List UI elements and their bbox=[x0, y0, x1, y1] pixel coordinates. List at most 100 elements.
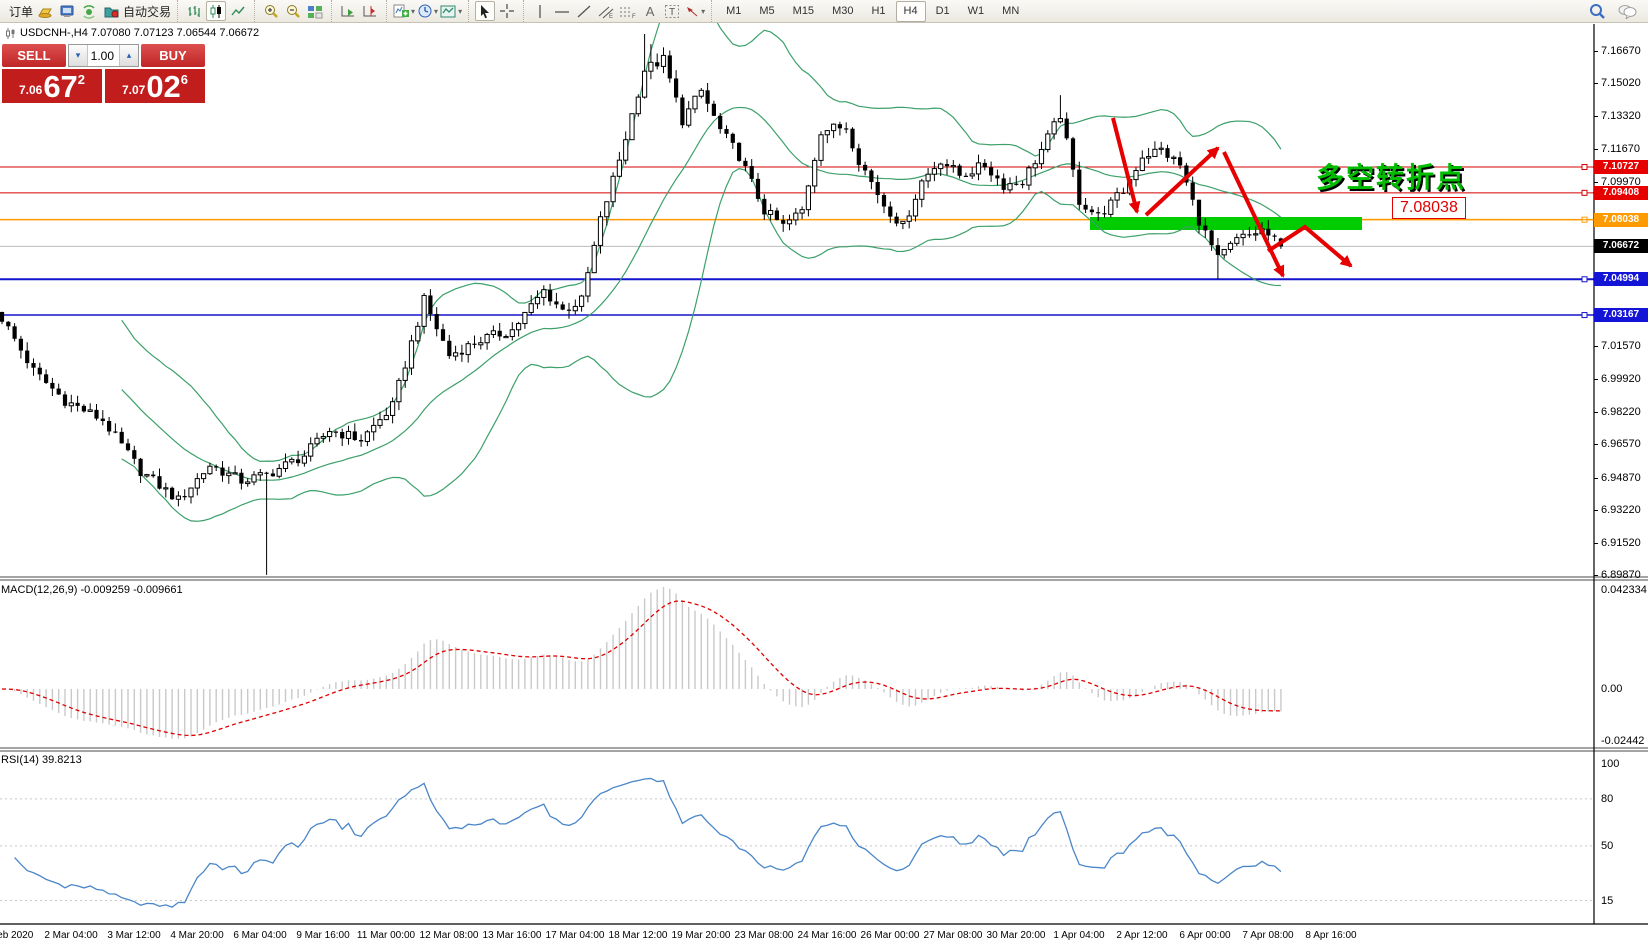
price-tick-dash bbox=[1594, 510, 1598, 511]
volume-input[interactable]: 1.00 bbox=[88, 45, 119, 66]
timeframe-button-m30[interactable]: M30 bbox=[824, 1, 861, 22]
time-axis-label: 27 Mar 08:00 bbox=[924, 930, 983, 941]
macd-axis-tick: 0.00 bbox=[1601, 683, 1622, 695]
time-axis-label: 17 Mar 04:00 bbox=[546, 930, 605, 941]
time-axis-label: 3 Mar 12:00 bbox=[107, 930, 160, 941]
equidistant-channel-tool[interactable]: E bbox=[596, 1, 616, 21]
chat-icon[interactable] bbox=[1617, 1, 1637, 21]
rsi-axis-tick: 100 bbox=[1601, 758, 1619, 770]
macd-axis-tick: 0.042334 bbox=[1601, 584, 1647, 596]
timeframe-group: M1M5M15M30H1H4D1W1MN bbox=[711, 0, 1033, 22]
time-axis-label: 4 Mar 20:00 bbox=[170, 930, 223, 941]
price-axis-tick: 7.15020 bbox=[1601, 77, 1641, 89]
time-axis-label: 13 Mar 16:00 bbox=[483, 930, 542, 941]
price-tick-dash bbox=[1594, 379, 1598, 380]
sell-price-big: 67 bbox=[43, 72, 77, 101]
toolbar: 订单 自动交易 ▾ ▾ ▾ E F A T ▾ M1M5M15M30H1H4 bbox=[0, 0, 1648, 23]
symbol-ohlc-text: USDCNH-,H4 7.07080 7.07123 7.06544 7.066… bbox=[20, 27, 259, 39]
time-axis-label: 24 Mar 16:00 bbox=[798, 930, 857, 941]
price-axis-tick: 6.91520 bbox=[1601, 537, 1641, 549]
text-tool[interactable]: A bbox=[640, 1, 660, 21]
buy-button[interactable]: BUY bbox=[141, 44, 205, 67]
line-chart-button[interactable] bbox=[228, 1, 248, 21]
bar-chart-button[interactable] bbox=[184, 1, 204, 21]
price-axis-tick: 7.01570 bbox=[1601, 340, 1641, 352]
timeframe-button-m5[interactable]: M5 bbox=[751, 1, 782, 22]
time-axis-label: 26 Mar 00:00 bbox=[861, 930, 920, 941]
zoom-out-button[interactable] bbox=[283, 1, 303, 21]
price-axis-tick: 7.11670 bbox=[1601, 143, 1640, 155]
timeframe-button-h4[interactable]: H4 bbox=[896, 1, 926, 22]
svg-text:E: E bbox=[609, 14, 613, 19]
timeframe-button-mn[interactable]: MN bbox=[994, 1, 1027, 22]
price-badge: 7.03167 bbox=[1594, 308, 1648, 322]
price-tick-dash bbox=[1594, 149, 1598, 150]
zoom-in-button[interactable] bbox=[261, 1, 281, 21]
sell-button[interactable]: SELL bbox=[2, 44, 66, 67]
arrows-tool[interactable]: ▾ bbox=[684, 1, 705, 21]
fibonacci-tool[interactable]: F bbox=[618, 1, 638, 21]
horizontal-line-tool[interactable] bbox=[552, 1, 572, 21]
time-axis-label: 8 Apr 16:00 bbox=[1305, 930, 1356, 941]
price-badge: 7.04994 bbox=[1594, 272, 1648, 286]
volume-decrease-button[interactable]: ▾ bbox=[69, 45, 88, 66]
candlestick-chart-button[interactable] bbox=[206, 1, 226, 21]
text-label-tool[interactable]: T bbox=[662, 1, 682, 21]
price-tick-dash bbox=[1594, 83, 1598, 84]
time-axis-label: 30 Mar 20:00 bbox=[987, 930, 1046, 941]
support-price-label: 7.08038 bbox=[1392, 197, 1466, 219]
autotrading-label[interactable]: 自动交易 bbox=[123, 3, 171, 20]
price-axis-tick: 7.13320 bbox=[1601, 110, 1641, 122]
svg-text:F: F bbox=[632, 14, 636, 19]
gold-ingot-icon[interactable] bbox=[35, 1, 55, 21]
price-tick-dash bbox=[1594, 51, 1598, 52]
price-tick-dash bbox=[1594, 543, 1598, 544]
macd-axis-tick: -0.02442 bbox=[1601, 735, 1644, 747]
time-axis-label: 7 Feb 2020 bbox=[0, 930, 33, 941]
trendline-tool[interactable] bbox=[574, 1, 594, 21]
timeframe-button-h1[interactable]: H1 bbox=[863, 1, 893, 22]
rsi-indicator-label: RSI(14) 39.8213 bbox=[1, 754, 82, 766]
sell-price-tile[interactable]: 7.06 67 2 bbox=[2, 69, 102, 103]
sell-price-pip: 2 bbox=[78, 72, 85, 87]
chart-shift-button[interactable] bbox=[360, 1, 380, 21]
svg-text:T: T bbox=[669, 7, 675, 18]
price-badge: 7.10727 bbox=[1594, 160, 1648, 174]
auto-scroll-button[interactable] bbox=[338, 1, 358, 21]
new-order-button[interactable]: 订单 bbox=[9, 3, 33, 20]
metaeditor-icon[interactable] bbox=[57, 1, 77, 21]
timeframe-button-m15[interactable]: M15 bbox=[785, 1, 822, 22]
price-badge: 7.09408 bbox=[1594, 186, 1648, 200]
price-tick-dash bbox=[1594, 182, 1598, 183]
price-axis-tick: 6.89870 bbox=[1601, 569, 1641, 581]
indicators-button[interactable]: ▾ bbox=[393, 1, 415, 21]
volume-increase-button[interactable]: ▴ bbox=[119, 45, 138, 66]
time-axis-label: 6 Apr 00:00 bbox=[1179, 930, 1230, 941]
signals-icon[interactable] bbox=[79, 1, 99, 21]
timeframe-button-m1[interactable]: M1 bbox=[718, 1, 749, 22]
buy-price-pip: 6 bbox=[181, 72, 188, 87]
volume-stepper: ▾ 1.00 ▴ bbox=[68, 44, 139, 67]
tile-windows-button[interactable] bbox=[305, 1, 325, 21]
templates-button[interactable]: ▾ bbox=[440, 1, 462, 21]
price-axis-tick: 6.98220 bbox=[1601, 406, 1641, 418]
autotrading-icon[interactable] bbox=[101, 1, 121, 21]
chart-canvas[interactable] bbox=[0, 0, 1648, 949]
price-axis-tick: 6.99920 bbox=[1601, 373, 1641, 385]
periods-button[interactable]: ▾ bbox=[417, 1, 438, 21]
cursor-tool-button[interactable] bbox=[475, 1, 495, 21]
price-tick-dash bbox=[1594, 346, 1598, 347]
time-axis-label: 19 Mar 20:00 bbox=[672, 930, 731, 941]
rsi-axis-tick: 80 bbox=[1601, 793, 1613, 805]
symbol-info-bar: USDCNH-,H4 7.07080 7.07123 7.06544 7.066… bbox=[5, 27, 259, 39]
timeframe-button-w1[interactable]: W1 bbox=[960, 1, 993, 22]
buy-price-tile[interactable]: 7.07 02 6 bbox=[105, 69, 205, 103]
vertical-line-tool[interactable] bbox=[530, 1, 550, 21]
crosshair-tool-button[interactable] bbox=[497, 1, 517, 21]
price-tick-dash bbox=[1594, 116, 1598, 117]
time-axis-label: 7 Apr 08:00 bbox=[1242, 930, 1293, 941]
timeframe-button-d1[interactable]: D1 bbox=[928, 1, 958, 22]
search-icon[interactable] bbox=[1587, 1, 1607, 21]
rsi-axis-tick: 15 bbox=[1601, 895, 1613, 907]
time-axis-label: 2 Mar 04:00 bbox=[44, 930, 97, 941]
